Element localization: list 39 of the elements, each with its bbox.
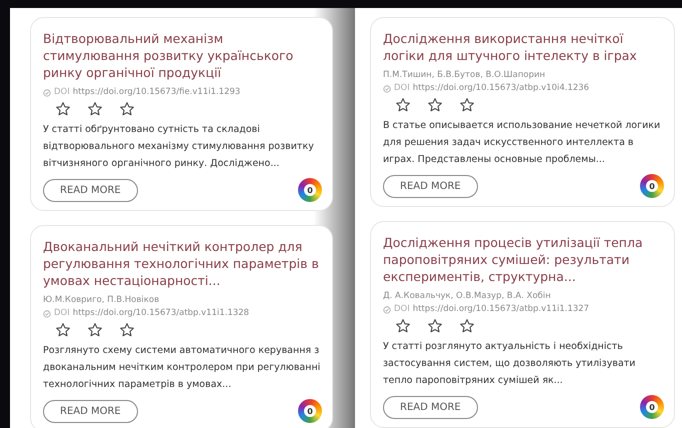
read-more-button[interactable]: READ MORE xyxy=(383,396,478,418)
read-more-button[interactable]: READ MORE xyxy=(383,174,478,198)
article-authors: Ю.М.Ковриго, П.В.Новіков xyxy=(43,294,160,307)
metric-badge[interactable]: 0 xyxy=(298,399,322,423)
read-more-button[interactable]: READ MORE xyxy=(43,400,138,422)
star-icon[interactable] xyxy=(119,101,135,117)
star-icon[interactable] xyxy=(459,97,475,113)
metric-badge[interactable]: 0 xyxy=(640,395,664,419)
star-icon[interactable] xyxy=(87,101,103,117)
metric-badge[interactable]: 0 xyxy=(298,178,322,202)
article-title[interactable]: Дослідження процесів утилізації тепла пароповітряних сумішей: результати експериментів, структурна... xyxy=(383,234,664,285)
star-icon[interactable] xyxy=(55,101,71,117)
article-title[interactable]: Відтворювальний механізм стимулювання розвитку українського ринку органічної продукції xyxy=(43,30,322,81)
star-icon[interactable] xyxy=(395,97,411,113)
star-icon[interactable] xyxy=(55,322,71,338)
metric-badge[interactable]: 0 xyxy=(640,174,664,198)
doi-icon xyxy=(383,84,391,92)
star-icon[interactable] xyxy=(427,97,443,113)
article-authors: П.М.Тишин, Б.В.Бутов, В.О.Шапорин xyxy=(383,69,546,82)
doi-label: DOI xyxy=(394,303,410,316)
star-icon[interactable] xyxy=(119,322,135,338)
doi-icon xyxy=(43,88,51,96)
star-icon[interactable] xyxy=(427,318,443,334)
doi-label: DOI xyxy=(54,86,70,99)
read-more-button[interactable]: READ MORE xyxy=(43,178,138,202)
article-abstract: У статті обґрунтовано сутність та складові відтворювального механізму стимулювання розвитку вітчизняного органічного ринку. Досліджено... xyxy=(43,123,315,171)
article-abstract: Розглянуто схему системи автоматичного керування з двоканальним нечітким контролером при регулюванні технологічних параметрів в умовах... xyxy=(43,344,322,392)
star-icon[interactable] xyxy=(87,322,103,338)
article-title[interactable]: Двоканальний нечіткий контролер для регулювання технологічних параметрів в умовах нестаціонарності... xyxy=(43,238,322,289)
article-title[interactable]: Дослідження використання нечіткої логіки для штучного інтелекту в іграх xyxy=(383,30,664,64)
article-abstract: В статье описывается использование нечеткой логики для решения задач искусственного интеллекта в играх. Представлены основные проблемы... xyxy=(383,119,662,167)
doi-label: DOI xyxy=(394,82,410,95)
star-icon[interactable] xyxy=(459,318,475,334)
doi-label: DOI xyxy=(54,307,70,320)
star-icon[interactable] xyxy=(395,318,411,334)
doi-icon xyxy=(43,310,51,318)
article-abstract: У статті розглянуто актуальність і необхідність застосування систем, що дозволяють утилізувати тепло пароповітряних сумішей як... xyxy=(383,340,636,388)
article-authors: Д. А.Ковальчук, О.В.Мазур, В.А. Хобін xyxy=(383,290,552,303)
doi-icon xyxy=(383,306,391,314)
